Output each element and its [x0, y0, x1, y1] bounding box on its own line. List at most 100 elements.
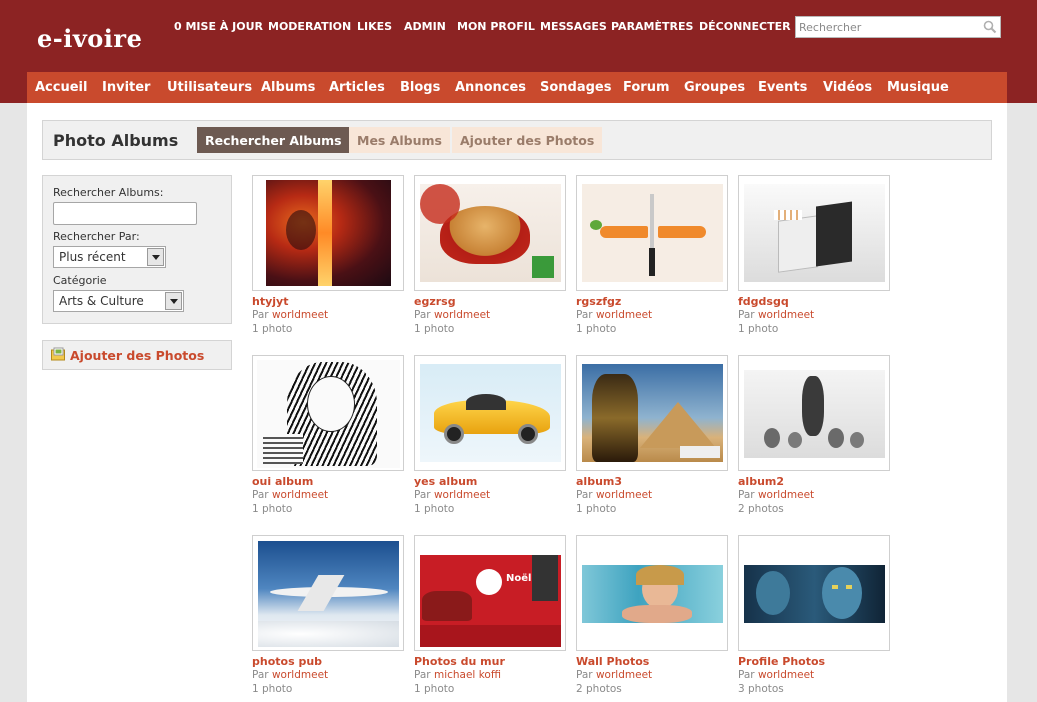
- album-title[interactable]: Wall Photos: [576, 655, 649, 668]
- album-author[interactable]: worldmeet: [272, 309, 328, 321]
- album-thumbnail[interactable]: [252, 535, 404, 651]
- album-thumbnail[interactable]: [252, 355, 404, 471]
- album-title[interactable]: oui album: [252, 475, 313, 488]
- album-title[interactable]: Profile Photos: [738, 655, 825, 668]
- album-thumbnail[interactable]: [414, 175, 566, 291]
- sort-by-select[interactable]: Plus récent: [53, 246, 166, 268]
- album-author-line: Par worldmeet: [576, 309, 652, 321]
- burger-splash-ad-photo: [420, 184, 561, 282]
- album-author[interactable]: worldmeet: [272, 669, 328, 681]
- album-thumbnail[interactable]: Noël: [414, 535, 566, 651]
- nav-articles[interactable]: Articles: [329, 80, 385, 95]
- search-icon[interactable]: [982, 19, 998, 35]
- by-prefix: Par: [252, 309, 269, 321]
- nav-accueil[interactable]: Accueil: [35, 80, 87, 95]
- cigarette-pack-ad-photo: [744, 184, 885, 282]
- album-thumbnail[interactable]: [738, 535, 890, 651]
- category-select[interactable]: Arts & Culture: [53, 290, 184, 312]
- menu-moderation[interactable]: MODERATION: [268, 20, 351, 33]
- album-title[interactable]: album2: [738, 475, 784, 488]
- nav-sondages[interactable]: Sondages: [540, 80, 612, 95]
- album-title[interactable]: rgszfgz: [576, 295, 621, 308]
- sort-by-value: Plus récent: [59, 250, 126, 264]
- nav-albums[interactable]: Albums: [261, 80, 315, 95]
- album-author[interactable]: worldmeet: [434, 309, 490, 321]
- album-author[interactable]: worldmeet: [596, 489, 652, 501]
- nav-utilisateurs[interactable]: Utilisateurs: [167, 80, 252, 95]
- album-author[interactable]: worldmeet: [596, 669, 652, 681]
- album-card: egzrsg Par worldmeet 1 photo: [414, 175, 566, 335]
- fire-dancer-art-photo: [266, 180, 391, 286]
- album-thumbnail[interactable]: [252, 175, 404, 291]
- album-title[interactable]: yes album: [414, 475, 477, 488]
- album-card: Profile Photos Par worldmeet 3 photos: [738, 535, 890, 695]
- search-input[interactable]: [796, 17, 980, 37]
- album-author-line: Par worldmeet: [738, 309, 814, 321]
- menu-likes[interactable]: LIKES: [357, 20, 392, 33]
- tab-add-photos[interactable]: Ajouter des Photos: [452, 127, 603, 153]
- chevron-down-icon[interactable]: [165, 292, 182, 310]
- album-card: fdgdsgq Par worldmeet 1 photo: [738, 175, 890, 335]
- search-albums-field[interactable]: [53, 202, 197, 225]
- nav-inviter[interactable]: Inviter: [102, 80, 150, 95]
- menu-my-profile[interactable]: MON PROFIL: [457, 20, 535, 33]
- album-card: Wall Photos Par worldmeet 2 photos: [576, 535, 728, 695]
- album-thumbnail[interactable]: [576, 175, 728, 291]
- album-author[interactable]: worldmeet: [758, 489, 814, 501]
- add-photos-button[interactable]: Ajouter des Photos: [42, 340, 232, 370]
- album-title[interactable]: Photos du mur: [414, 655, 505, 668]
- album-photo-count: 1 photo: [576, 503, 617, 515]
- menu-admin[interactable]: ADMIN: [404, 20, 446, 33]
- nav-events[interactable]: Events: [758, 80, 807, 95]
- album-author[interactable]: worldmeet: [758, 669, 814, 681]
- by-prefix: Par: [414, 489, 431, 501]
- album-thumbnail[interactable]: [738, 355, 890, 471]
- album-author-line: Par worldmeet: [414, 489, 490, 501]
- album-thumbnail[interactable]: [738, 175, 890, 291]
- album-title[interactable]: fdgdsgq: [738, 295, 789, 308]
- carrot-knife-ad-photo: [582, 184, 723, 282]
- album-author-line: Par michael koffi: [414, 669, 501, 681]
- woman-beach-photo: [582, 565, 723, 623]
- by-prefix: Par: [414, 669, 431, 681]
- menu-messages[interactable]: MESSAGES: [540, 20, 607, 33]
- menu-updates[interactable]: 0 MISE À JOUR: [174, 20, 263, 33]
- album-thumbnail[interactable]: [576, 535, 728, 651]
- nav-groupes[interactable]: Groupes: [684, 80, 745, 95]
- nav-forum[interactable]: Forum: [623, 80, 670, 95]
- album-photo-count: 1 photo: [252, 323, 293, 335]
- nav-annonces[interactable]: Annonces: [455, 80, 526, 95]
- nav-musique[interactable]: Musique: [887, 80, 949, 95]
- avatar-movie-photo: [744, 565, 885, 623]
- album-author-line: Par worldmeet: [738, 489, 814, 501]
- tab-search-albums[interactable]: Rechercher Albums: [197, 127, 350, 153]
- album-card: Noël Photos du mur Par michael koffi 1 p…: [414, 535, 566, 695]
- album-author[interactable]: michael koffi: [434, 669, 501, 681]
- album-photo-count: 1 photo: [738, 323, 779, 335]
- album-photo-count: 1 photo: [576, 323, 617, 335]
- by-prefix: Par: [252, 669, 269, 681]
- tab-my-albums[interactable]: Mes Albums: [349, 127, 450, 153]
- chevron-down-icon[interactable]: [147, 248, 164, 266]
- album-author[interactable]: worldmeet: [272, 489, 328, 501]
- page-header: Photo Albums Rechercher Albums Mes Album…: [42, 120, 992, 160]
- album-photo-count: 1 photo: [252, 503, 293, 515]
- album-author[interactable]: worldmeet: [596, 309, 652, 321]
- nav-videos[interactable]: Vidéos: [823, 80, 872, 95]
- album-title[interactable]: egzrsg: [414, 295, 456, 308]
- album-thumbnail[interactable]: [414, 355, 566, 471]
- album-title[interactable]: album3: [576, 475, 622, 488]
- by-prefix: Par: [576, 309, 593, 321]
- album-photo-count: 1 photo: [414, 503, 455, 515]
- menu-settings[interactable]: PARAMÈTRES: [611, 20, 693, 33]
- album-author[interactable]: worldmeet: [758, 309, 814, 321]
- album-title[interactable]: htyjyt: [252, 295, 288, 308]
- christmas-noel-ad-photo: Noël: [420, 541, 561, 647]
- site-logo[interactable]: e-ivoire: [37, 24, 142, 53]
- album-author[interactable]: worldmeet: [434, 489, 490, 501]
- album-title[interactable]: photos pub: [252, 655, 322, 668]
- menu-logout[interactable]: DÉCONNECTER: [699, 20, 791, 33]
- nav-blogs[interactable]: Blogs: [400, 80, 440, 95]
- page-title: Photo Albums: [53, 131, 179, 150]
- album-thumbnail[interactable]: [576, 355, 728, 471]
